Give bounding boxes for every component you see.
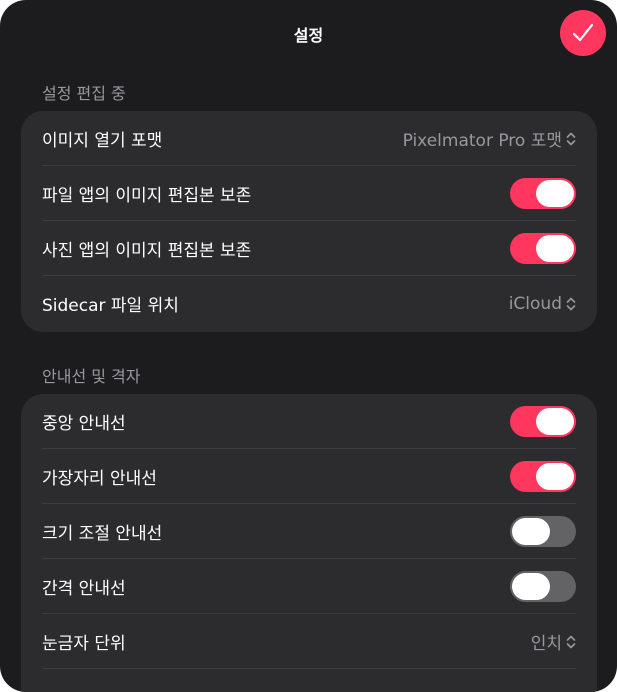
- ruler-units-picker[interactable]: 인치: [531, 629, 576, 654]
- photos-preserve-edits-toggle[interactable]: [510, 233, 576, 264]
- settings-panel: 설정 설정 편집 중 이미지 열기 포맷 Pixelmator Pro 포맷 파…: [0, 0, 617, 692]
- toggle-knob: [512, 573, 550, 600]
- chevron-up-down-icon: [566, 132, 576, 145]
- open-format-value: Pixelmator Pro 포맷: [402, 131, 562, 151]
- toggle-knob: [512, 518, 550, 545]
- toggle-knob: [536, 463, 574, 490]
- edge-guides-row: 가장자리 안내선: [42, 449, 576, 504]
- center-guides-toggle[interactable]: [510, 406, 576, 437]
- center-guides-label: 중앙 안내선: [42, 414, 126, 434]
- sidecar-location-label: Sidecar 파일 위치: [42, 296, 179, 316]
- ruler-units-row[interactable]: 눈금자 단위 인치: [42, 614, 576, 669]
- spacing-guides-row: 간격 안내선: [42, 559, 576, 614]
- photos-preserve-edits-label: 사진 앱의 이미지 편집본 보존: [42, 241, 252, 261]
- center-guides-row: 중앙 안내선: [42, 394, 576, 449]
- spacing-guides-toggle[interactable]: [510, 571, 576, 602]
- files-preserve-edits-toggle[interactable]: [510, 178, 576, 209]
- toggle-knob: [536, 408, 574, 435]
- ruler-units-value: 인치: [530, 634, 562, 654]
- guides-settings-group: 중앙 안내선 가장자리 안내선 크기 조절 안내선 간격 안내선 눈금자 단위 …: [21, 394, 597, 692]
- spacing-guides-label: 간격 안내선: [42, 579, 126, 599]
- sidecar-location-row[interactable]: Sidecar 파일 위치 iCloud: [42, 276, 576, 331]
- section-header-guides: 안내선 및 격자: [42, 367, 141, 386]
- files-preserve-edits-label: 파일 앱의 이미지 편집본 보존: [42, 186, 252, 206]
- toggle-knob: [536, 180, 574, 207]
- files-preserve-edits-row: 파일 앱의 이미지 편집본 보존: [42, 166, 576, 221]
- page-title: 설정: [293, 26, 324, 45]
- checkmark-icon: [572, 23, 594, 42]
- resize-guides-row: 크기 조절 안내선: [42, 504, 576, 559]
- photos-preserve-edits-row: 사진 앱의 이미지 편집본 보존: [42, 221, 576, 276]
- chevron-up-down-icon: [566, 297, 576, 310]
- chevron-up-down-icon: [566, 635, 576, 648]
- sidecar-location-picker[interactable]: iCloud: [509, 294, 576, 314]
- open-format-label: 이미지 열기 포맷: [42, 131, 163, 151]
- editing-settings-group: 이미지 열기 포맷 Pixelmator Pro 포맷 파일 앱의 이미지 편집…: [21, 111, 597, 332]
- ruler-units-label: 눈금자 단위: [42, 634, 126, 654]
- section-header-editing: 설정 편집 중: [42, 84, 126, 103]
- edge-guides-label: 가장자리 안내선: [42, 469, 157, 489]
- resize-guides-toggle[interactable]: [510, 516, 576, 547]
- edge-guides-toggle[interactable]: [510, 461, 576, 492]
- done-button[interactable]: [560, 10, 606, 56]
- sidecar-location-value: iCloud: [508, 293, 562, 314]
- toggle-knob: [536, 235, 574, 262]
- resize-guides-label: 크기 조절 안내선: [42, 524, 163, 544]
- open-format-picker[interactable]: Pixelmator Pro 포맷: [403, 126, 576, 151]
- open-format-row[interactable]: 이미지 열기 포맷 Pixelmator Pro 포맷: [42, 111, 576, 166]
